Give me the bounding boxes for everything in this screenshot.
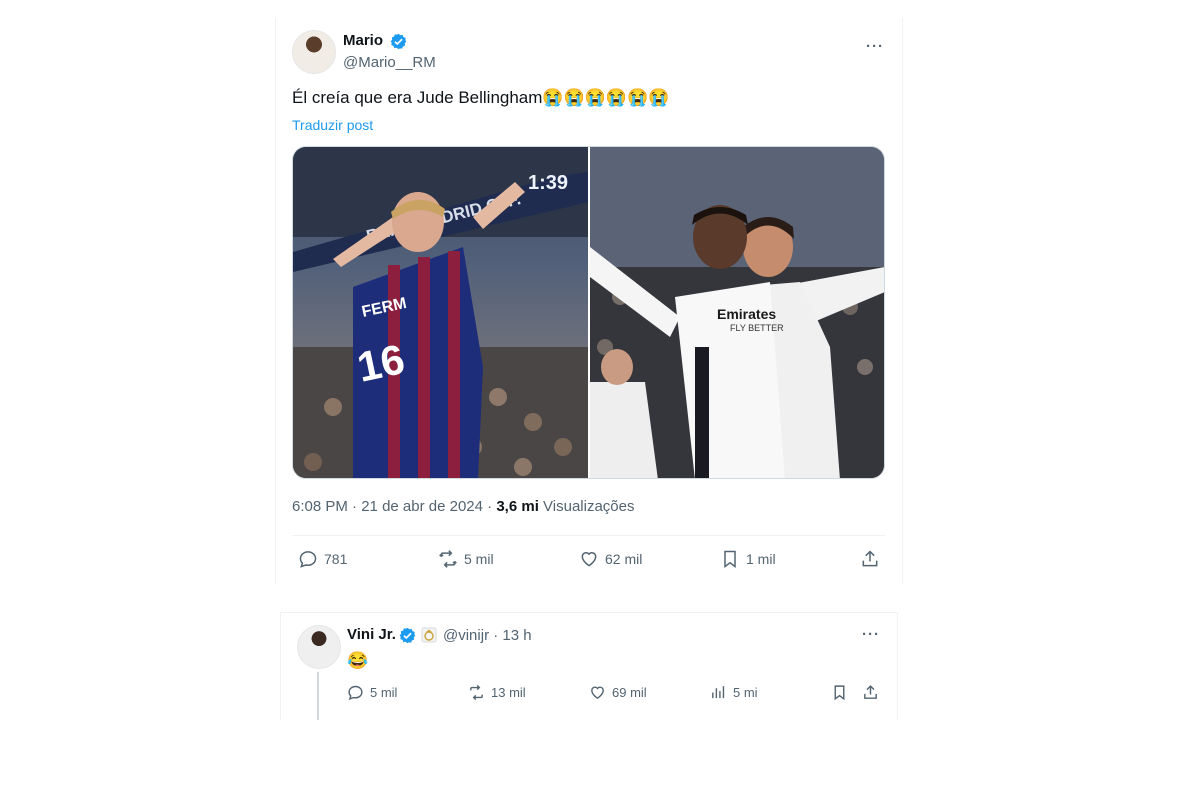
reply-author-avatar[interactable] <box>297 625 341 669</box>
repost-button[interactable]: 5 mil <box>438 549 494 569</box>
sponsor-sub-text: FLY BETTER <box>730 323 784 333</box>
media-right-image[interactable]: Emirates FLY BETTER <box>590 147 884 478</box>
reply-text: 😂 <box>347 651 369 670</box>
bookmark-icon <box>834 685 845 701</box>
reply-author-handle: @vinijr · 13 h <box>443 627 532 644</box>
reply-button[interactable]: 781 <box>298 549 347 569</box>
more-options-icon[interactable]: ··· <box>866 38 884 55</box>
reply-more-options-icon[interactable]: ··· <box>862 626 880 643</box>
sponsor-text: Emirates <box>717 306 776 322</box>
jersey-number-text: 16 <box>353 335 408 391</box>
reply-like-button[interactable]: 69 mil <box>589 684 647 701</box>
bookmark-button[interactable]: 1 mil <box>720 549 776 569</box>
reply-like-count: 69 mil <box>612 685 647 700</box>
left-photo-drawing: REAL MADRID C. F. 1:39 FERM 16 <box>293 147 588 478</box>
reply-icon <box>299 551 317 568</box>
analytics-icon <box>712 686 725 699</box>
author-handle[interactable]: @Mario__RM <box>343 54 436 71</box>
reply-time[interactable]: 13 h <box>502 627 531 644</box>
stadium-clock-text: 1:39 <box>528 172 568 194</box>
share-button[interactable] <box>860 549 880 569</box>
meta-separator: · <box>487 498 493 515</box>
repost-icon <box>470 684 483 701</box>
reply-views-count: 5 mi <box>733 685 758 700</box>
right-photo-drawing: Emirates FLY BETTER <box>590 147 884 478</box>
views-count: 3,6 mi <box>496 498 539 515</box>
club-crest-icon <box>421 627 437 643</box>
share-icon <box>864 685 877 699</box>
media-left-image[interactable]: REAL MADRID C. F. 1:39 FERM 16 <box>293 147 588 478</box>
reply-count: 781 <box>324 551 348 567</box>
reply-bookmark-button[interactable] <box>831 684 848 701</box>
author-name[interactable]: Mario <box>343 32 383 49</box>
reply-reply-count: 5 mil <box>370 685 398 700</box>
post-date[interactable]: 21 de abr de 2024 <box>361 498 483 515</box>
like-count: 62 mil <box>605 551 643 567</box>
bookmark-count: 1 mil <box>746 551 776 567</box>
repost-icon <box>439 550 457 568</box>
views-label: Visualizações <box>543 498 635 515</box>
heart-icon <box>591 686 604 700</box>
reply-repost-count: 13 mil <box>491 685 526 700</box>
reply-repost-button[interactable]: 13 mil <box>468 684 526 701</box>
meta-separator: · <box>352 498 358 515</box>
post-meta: 6:08 PM · 21 de abr de 2024 · 3,6 mi Vis… <box>292 498 635 515</box>
reply-author-name[interactable]: Vini Jr. <box>347 626 396 643</box>
heart-icon <box>581 552 597 567</box>
translate-post-link[interactable]: Traduzir post <box>292 117 373 133</box>
post-time[interactable]: 6:08 PM <box>292 498 348 515</box>
verified-badge-icon <box>390 33 407 50</box>
divider <box>292 535 885 536</box>
bookmark-icon <box>724 550 736 568</box>
thread-line <box>317 672 319 720</box>
reply-views-button[interactable]: 5 mi <box>710 684 758 701</box>
reply-reply-button[interactable]: 5 mil <box>347 684 397 701</box>
reply-icon <box>348 685 363 701</box>
like-button[interactable]: 62 mil <box>579 549 642 569</box>
post-text: Él creía que era Jude Bellingham😭😭😭😭😭😭 <box>292 88 670 107</box>
author-avatar[interactable] <box>292 30 336 74</box>
post-media[interactable]: REAL MADRID C. F. 1:39 FERM 16 <box>292 146 885 479</box>
reply-share-button[interactable] <box>862 684 879 701</box>
handle-separator: · <box>493 627 499 644</box>
verified-badge-icon <box>399 627 416 644</box>
share-icon <box>862 550 878 567</box>
reply-handle[interactable]: @vinijr <box>443 627 489 644</box>
repost-count: 5 mil <box>464 551 494 567</box>
